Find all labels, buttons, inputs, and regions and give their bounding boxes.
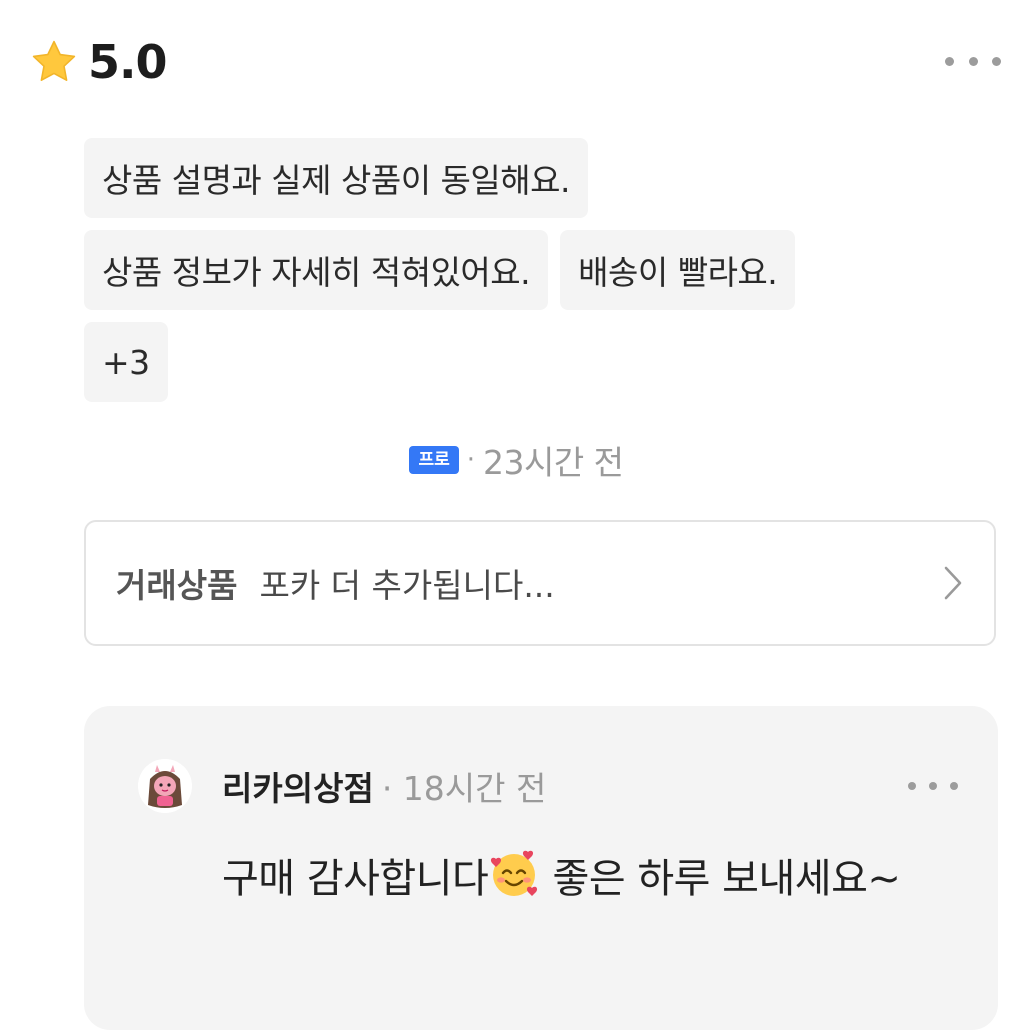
smiling-face-with-hearts-icon [488,848,540,924]
more-dot [929,782,937,790]
tag-row: 상품 정보가 자세히 적혀있어요. 배송이 빨라요. [84,230,964,310]
review-tag: 상품 설명과 실제 상품이 동일해요. [84,138,588,218]
reply-text-start: 구매 감사합니다 [222,856,489,902]
more-dot [992,56,1001,66]
reply-time: · 18시간 전 [381,769,547,808]
pro-badge: 프로 [409,446,459,474]
seller-name[interactable]: 리카의상점 [222,762,374,810]
product-name: 포카 더 추가됩니다... [259,566,555,605]
seller-reply: 리카의상점 · 18시간 전 구매 감사합니다 좋은 하루 보내세요~ [84,706,998,1030]
more-dot [968,56,978,66]
more-dot [908,782,916,790]
traded-product-card[interactable]: 거래상품 포카 더 추가됩니다... [84,520,996,646]
more-options-button[interactable] [945,46,1001,76]
tag-row: 상품 설명과 실제 상품이 동일해요. [84,138,964,218]
tag-row: +3 [84,322,964,402]
review-meta: 프로 · 23시간 전 [0,436,1033,484]
review-tags: 상품 설명과 실제 상품이 동일해요. 상품 정보가 자세히 적혀있어요. 배송… [84,138,964,414]
more-tags-button[interactable]: +3 [84,322,168,402]
reply-header: 리카의상점 · 18시간 전 [138,756,958,816]
reply-text: 구매 감사합니다 좋은 하루 보내세요~ [222,842,942,924]
chevron-right-icon [942,565,964,601]
review-page: 5.0 상품 설명과 실제 상품이 동일해요. 상품 정보가 자세히 적혀있어요… [0,0,1033,1033]
rating-row: 5.0 [30,34,167,90]
avatar[interactable] [138,759,192,813]
product-label: 거래상품 [116,566,238,605]
review-tag: 배송이 빨라요. [560,230,796,310]
meta-separator: · [466,445,475,475]
review-tag: 상품 정보가 자세히 적혀있어요. [84,230,549,310]
more-dot [945,56,954,66]
star-icon [30,38,78,86]
reply-text-end: 좋은 하루 보내세요~ [540,856,901,902]
more-dot [950,782,958,790]
rating-value: 5.0 [88,35,167,89]
reply-more-options-button[interactable] [908,776,958,796]
review-time: 23시간 전 [482,443,624,482]
